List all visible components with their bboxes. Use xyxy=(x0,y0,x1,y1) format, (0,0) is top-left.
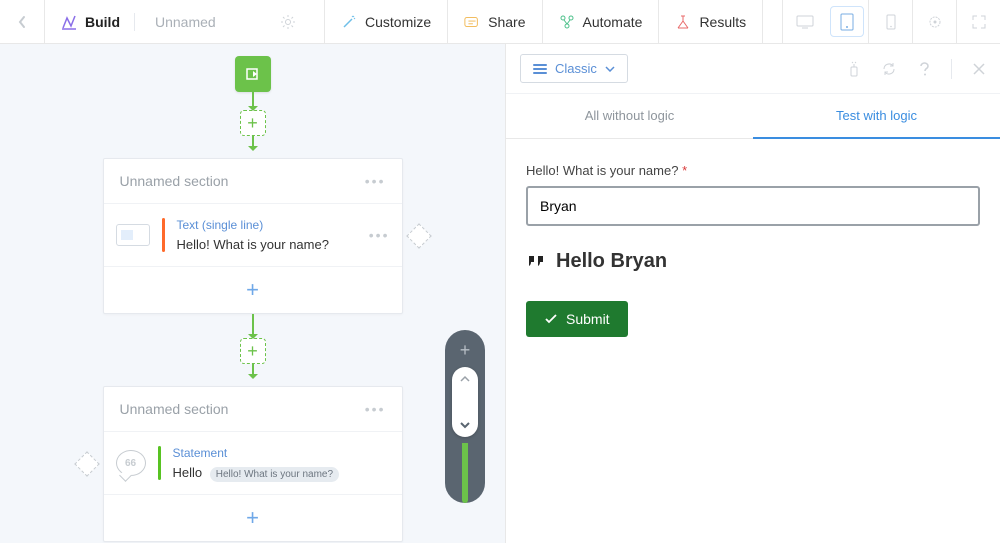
more-icon[interactable]: ••• xyxy=(365,173,386,189)
question-text: Hello! What is your name? xyxy=(177,237,329,252)
submit-button[interactable]: Submit xyxy=(526,301,628,337)
tab-results[interactable]: Results xyxy=(659,0,763,43)
statement-icon: 66 xyxy=(116,450,146,476)
automate-icon xyxy=(559,14,575,30)
question-type-label: Text (single line) xyxy=(177,218,357,232)
build-icon xyxy=(61,14,77,30)
chevron-down-icon xyxy=(605,66,615,72)
tab-build[interactable]: Build Unnamed xyxy=(45,0,325,43)
section-title: Unnamed section xyxy=(120,173,229,189)
refresh-icon[interactable] xyxy=(881,61,897,77)
device-tablet-icon[interactable] xyxy=(830,6,864,37)
expand-icon[interactable] xyxy=(956,0,1000,43)
check-icon xyxy=(544,313,558,325)
tab-automate[interactable]: Automate xyxy=(543,0,660,43)
menu-lines-icon xyxy=(533,64,547,74)
add-question-button[interactable]: + xyxy=(104,267,402,313)
chevron-up-icon xyxy=(459,375,471,383)
branch-right-icon[interactable] xyxy=(406,223,431,248)
help-icon[interactable] xyxy=(917,61,931,77)
preview-statement: Hello Bryan xyxy=(556,250,667,273)
more-icon[interactable]: ••• xyxy=(365,401,386,417)
gear-icon[interactable] xyxy=(268,14,308,30)
tab-test-with-logic[interactable]: Test with logic xyxy=(753,94,1000,139)
top-toolbar: Build Unnamed Customize Share Automate R… xyxy=(0,0,1000,44)
preview-panel: Classic All without logic xyxy=(505,44,1000,543)
device-desktop-icon[interactable] xyxy=(782,0,826,43)
theme-select[interactable]: Classic xyxy=(520,54,628,83)
tab-share[interactable]: Share xyxy=(448,0,542,43)
start-node[interactable] xyxy=(235,56,271,92)
settings-icon[interactable] xyxy=(912,0,956,43)
chevron-down-icon xyxy=(459,421,471,429)
results-icon xyxy=(675,14,691,30)
builder-canvas: + Unnamed section ••• Text (single line)… xyxy=(0,44,505,543)
section-card-1[interactable]: Unnamed section ••• Text (single line) H… xyxy=(103,158,403,314)
spray-icon[interactable] xyxy=(847,61,861,77)
wand-icon xyxy=(341,14,357,30)
preview-question-label: Hello! What is your name? * xyxy=(526,163,980,178)
quote-icon xyxy=(526,254,546,270)
variable-pill: Hello! What is your name? xyxy=(210,467,339,482)
question-row[interactable]: Text (single line) Hello! What is your n… xyxy=(104,204,402,267)
tab-automate-label: Automate xyxy=(583,14,643,30)
branch-left-icon[interactable] xyxy=(74,451,99,476)
add-question-button[interactable]: + xyxy=(104,495,402,541)
back-button[interactable] xyxy=(0,0,45,43)
close-icon[interactable] xyxy=(972,62,986,76)
section-title: Unnamed section xyxy=(120,401,229,417)
scrubber-knob[interactable] xyxy=(452,367,478,437)
question-type-label: Statement xyxy=(173,446,390,460)
question-row[interactable]: 66 Statement Hello Hello! What is your n… xyxy=(104,432,402,495)
zoom-scrubber[interactable]: + xyxy=(445,330,485,503)
section-card-2[interactable]: Unnamed section ••• 66 Statement Hello H… xyxy=(103,386,403,542)
tab-share-label: Share xyxy=(488,14,525,30)
plus-icon[interactable]: + xyxy=(460,340,471,361)
submit-label: Submit xyxy=(566,311,610,327)
tab-results-label: Results xyxy=(699,14,746,30)
statement-text: Hello xyxy=(173,465,203,480)
more-icon[interactable]: ••• xyxy=(369,227,390,243)
tab-customize[interactable]: Customize xyxy=(325,0,448,43)
required-mark: * xyxy=(682,163,687,178)
share-icon xyxy=(464,14,480,30)
device-mobile-icon[interactable] xyxy=(868,0,912,43)
preview-answer-input[interactable] xyxy=(526,186,980,226)
text-input-icon xyxy=(116,224,150,246)
survey-name[interactable]: Unnamed xyxy=(155,14,216,30)
tab-all-without-logic[interactable]: All without logic xyxy=(506,94,753,139)
chevron-left-icon xyxy=(14,14,30,30)
tab-build-label: Build xyxy=(85,14,120,30)
theme-label: Classic xyxy=(555,61,597,76)
tab-customize-label: Customize xyxy=(365,14,431,30)
